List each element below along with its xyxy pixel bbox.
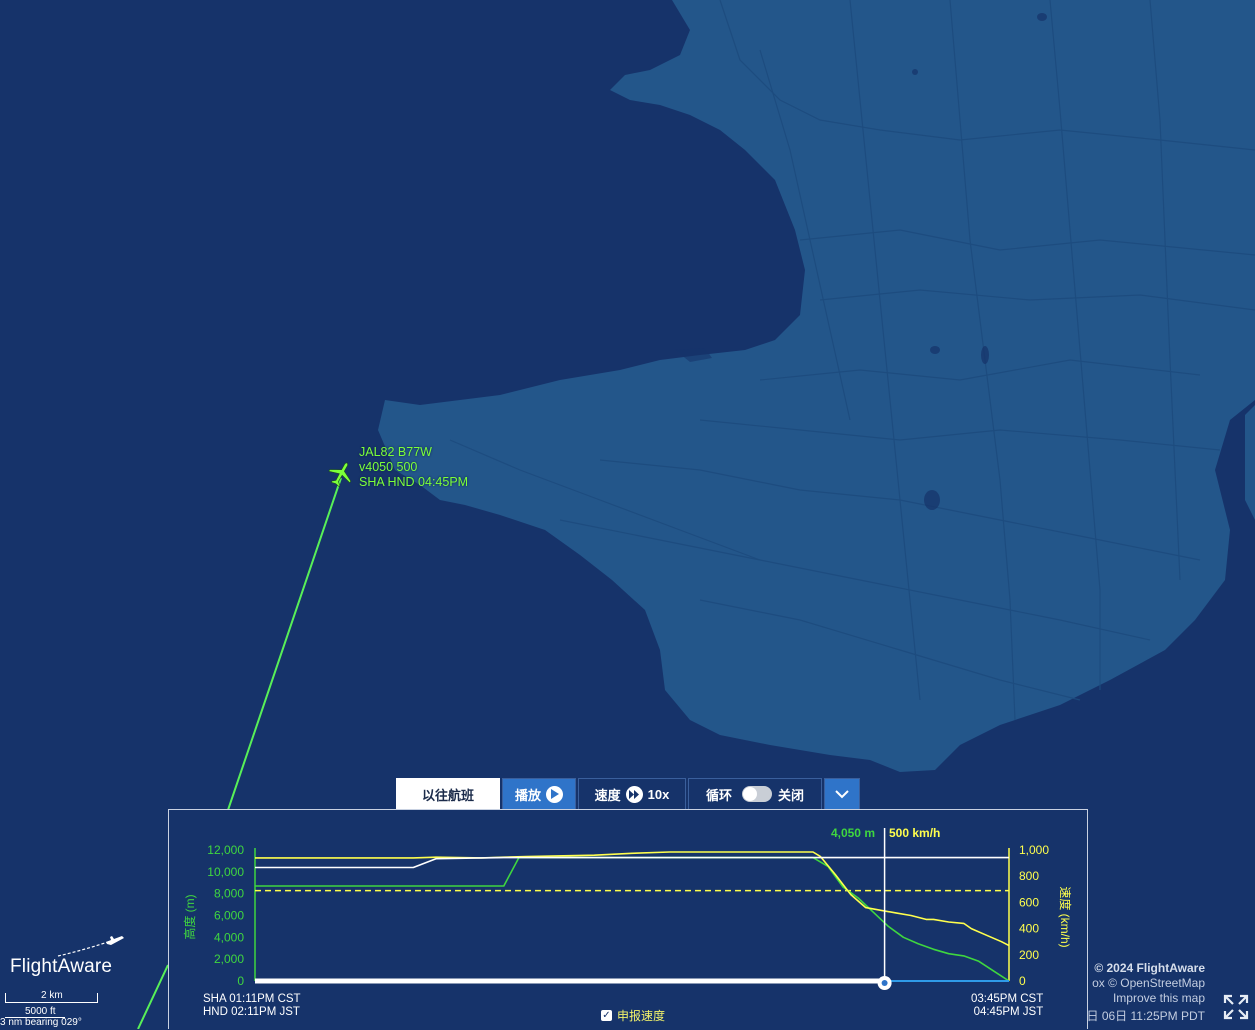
loop-state: 关闭 <box>778 787 805 803</box>
flight-altitude-speed: v4050 500 <box>359 460 418 474</box>
play-label: 播放 <box>514 787 541 803</box>
current-altitude-readout: 4,050 m <box>831 826 875 840</box>
altitude-tick-label: 4,000 <box>214 930 244 944</box>
altitude-tick-label: 12,000 <box>207 843 244 857</box>
altitude-speed-chart-panel: 12,000 10,000 8,000 6,000 4,000 2,000 0 1,000 80… <box>168 809 1088 1029</box>
start-time-cst: SHA 01:11PM CST <box>203 993 301 1005</box>
past-flights-tab[interactable]: 以往航班 <box>396 778 500 809</box>
loop-label: 循环 <box>705 787 732 803</box>
filed-speed-checkbox[interactable]: ✓ 申报速度 <box>601 1007 665 1024</box>
current-speed-readout: 500 km/h <box>889 826 940 840</box>
start-time-label: SHA 01:11PM CST HND 02:11PM JST <box>203 993 301 1019</box>
logo-plane-icon <box>57 936 124 957</box>
speed-axis-label: 速度 (km/h) <box>1058 886 1073 947</box>
altitude-tick-label: 10,000 <box>207 865 244 879</box>
end-time-jst: 04:45PM JST <box>973 1006 1044 1018</box>
loop-toggle[interactable]: 循环 关闭 <box>688 778 822 809</box>
checkbox-checked-icon[interactable]: ✓ <box>601 1010 612 1021</box>
speed-tick-label: 1,000 <box>1019 843 1049 857</box>
speed-label: 速度 <box>594 787 621 803</box>
start-time-jst: HND 02:11PM JST <box>203 1006 300 1018</box>
altitude-speed-chart[interactable]: 12,000 10,000 8,000 6,000 4,000 2,000 0 1,000 80… <box>169 810 1087 1030</box>
playback-speed-button[interactable]: 速度 10x <box>578 778 686 809</box>
timestamp-text: 日 06日 11:25PM PDT <box>1086 1009 1206 1023</box>
altitude-tick-label: 0 <box>237 974 244 988</box>
flightaware-logo[interactable]: FlightAware <box>10 936 124 977</box>
scale-bar: 2 km 5000 ft 3 nm bearing 029° <box>0 988 110 1029</box>
altitude-tick-label: 6,000 <box>214 909 244 923</box>
land-east <box>1245 405 1255 520</box>
playback-toolbar: 以往航班 播放 速度 10x 循环 关闭 <box>396 778 862 809</box>
altitude-axis-label: 高度 (m) <box>182 894 197 939</box>
past-flights-label: 以往航班 <box>421 787 474 803</box>
logo-text: FlightAware <box>10 956 113 977</box>
loop-switch[interactable] <box>742 786 772 802</box>
chevron-down-icon <box>835 789 849 798</box>
altitude-tick-label: 8,000 <box>214 887 244 901</box>
end-time-cst: 03:45PM CST <box>971 993 1044 1005</box>
flight-callsign: JAL82 B77W <box>359 445 432 459</box>
altitude-series-line <box>255 856 1010 982</box>
scale-ft: 5000 ft <box>25 1006 56 1017</box>
speed-tick-label: 400 <box>1019 922 1039 936</box>
filed-altitude-series-line <box>255 856 1009 869</box>
fast-forward-icon <box>625 785 643 803</box>
altitude-tick-label: 2,000 <box>214 952 244 966</box>
improve-map-link[interactable]: Improve this map <box>1113 991 1205 1005</box>
speed-tick-label: 200 <box>1019 948 1039 962</box>
expand-button[interactable] <box>824 778 860 809</box>
scale-km: 2 km <box>41 990 63 1001</box>
end-time-label: 03:45PM CST 04:45PM JST <box>971 993 1043 1019</box>
speed-value: 10x <box>647 786 670 802</box>
flight-route-time: SHA HND 04:45PM <box>359 475 469 489</box>
copyright-text: © 2024 FlightAware <box>1094 961 1205 975</box>
playhead-handle-dot <box>881 980 888 986</box>
aircraft-icon[interactable] <box>326 459 356 489</box>
speed-tick-label: 0 <box>1019 974 1026 988</box>
flight-label[interactable]: JAL82 B77W v4050 500 SHA HND 04:45PM <box>359 445 468 490</box>
speed-tick-label: 600 <box>1019 895 1039 909</box>
osm-attribution-link[interactable]: ox © OpenStreetMap <box>1092 976 1205 990</box>
speed-tick-label: 800 <box>1019 869 1039 883</box>
scale-bearing: 3 nm bearing 029° <box>0 1017 82 1028</box>
play-icon <box>546 785 563 803</box>
filed-speed-label: 申报速度 <box>617 1009 666 1023</box>
play-button[interactable]: 播放 <box>502 778 576 809</box>
fullscreen-icon[interactable] <box>1222 993 1250 1021</box>
